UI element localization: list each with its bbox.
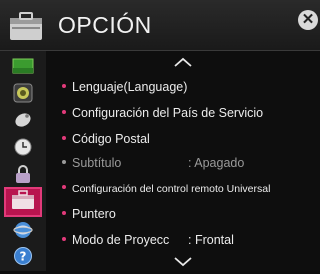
- clock-icon: [13, 137, 33, 162]
- menu-item-value: : Apagado: [188, 156, 245, 170]
- menu-item-subtitle: Subtítulo : Apagado: [62, 154, 244, 172]
- bullet-icon: [62, 159, 66, 164]
- help-question-icon: ?: [13, 246, 33, 271]
- sound-icon: [13, 83, 33, 108]
- sidebar-item-time[interactable]: [8, 138, 38, 160]
- page-title: OPCIÓN: [58, 12, 152, 38]
- bullet-icon: [62, 185, 66, 190]
- sidebar-item-picture[interactable]: [8, 57, 38, 79]
- bullet-icon: [62, 135, 66, 140]
- option-icon: [8, 10, 44, 42]
- close-button[interactable]: ✕: [298, 10, 318, 30]
- satellite-dish-icon: [13, 110, 33, 135]
- scroll-up-arrow-icon[interactable]: [172, 55, 194, 69]
- category-sidebar: ?: [0, 51, 46, 271]
- menu-item-universal-remote[interactable]: Configuración del control remoto Univers…: [62, 180, 270, 198]
- menu-item-postal-code[interactable]: Código Postal: [62, 130, 150, 148]
- menu-item-service-country[interactable]: Configuración del País de Servicio: [62, 104, 263, 122]
- header-bar: OPCIÓN ✕: [0, 0, 320, 51]
- menu-item-label: Lenguaje(Language): [72, 80, 188, 94]
- sidebar-item-support[interactable]: ?: [8, 246, 38, 271]
- sidebar-item-lock[interactable]: [8, 164, 38, 189]
- sidebar-item-network[interactable]: [8, 221, 38, 243]
- menu-item-value: : Frontal: [188, 233, 234, 247]
- menu-item-label: Subtítulo: [72, 156, 122, 170]
- svg-text:?: ?: [20, 249, 27, 263]
- menu-item-label: Código Postal: [72, 132, 150, 146]
- sidebar-item-sound[interactable]: [8, 83, 38, 108]
- menu-item-projection-mode[interactable]: Modo de Proyecc : Frontal: [62, 231, 234, 249]
- briefcase-icon: [10, 189, 36, 215]
- picture-icon: [12, 58, 34, 79]
- menu-item-language[interactable]: Lenguaje(Language): [62, 78, 187, 96]
- bullet-icon: [62, 236, 66, 241]
- menu-item-pointer[interactable]: Puntero: [62, 205, 116, 223]
- option-menu-panel: Lenguaje(Language) Configuración del Paí…: [46, 51, 320, 271]
- network-globe-icon: [13, 220, 33, 245]
- bullet-icon: [62, 83, 66, 88]
- sidebar-item-channel[interactable]: [8, 111, 38, 133]
- menu-item-label: Configuración del País de Servicio: [72, 106, 264, 120]
- scroll-down-arrow-icon[interactable]: [172, 255, 194, 269]
- menu-item-label: Configuración del control remoto Univers…: [72, 183, 271, 195]
- lock-icon: [14, 164, 32, 189]
- bullet-icon: [62, 109, 66, 114]
- menu-item-label: Puntero: [72, 207, 116, 221]
- sidebar-item-option[interactable]: [4, 187, 42, 217]
- bullet-icon: [62, 210, 66, 215]
- menu-item-label: Modo de Proyecc: [72, 233, 170, 247]
